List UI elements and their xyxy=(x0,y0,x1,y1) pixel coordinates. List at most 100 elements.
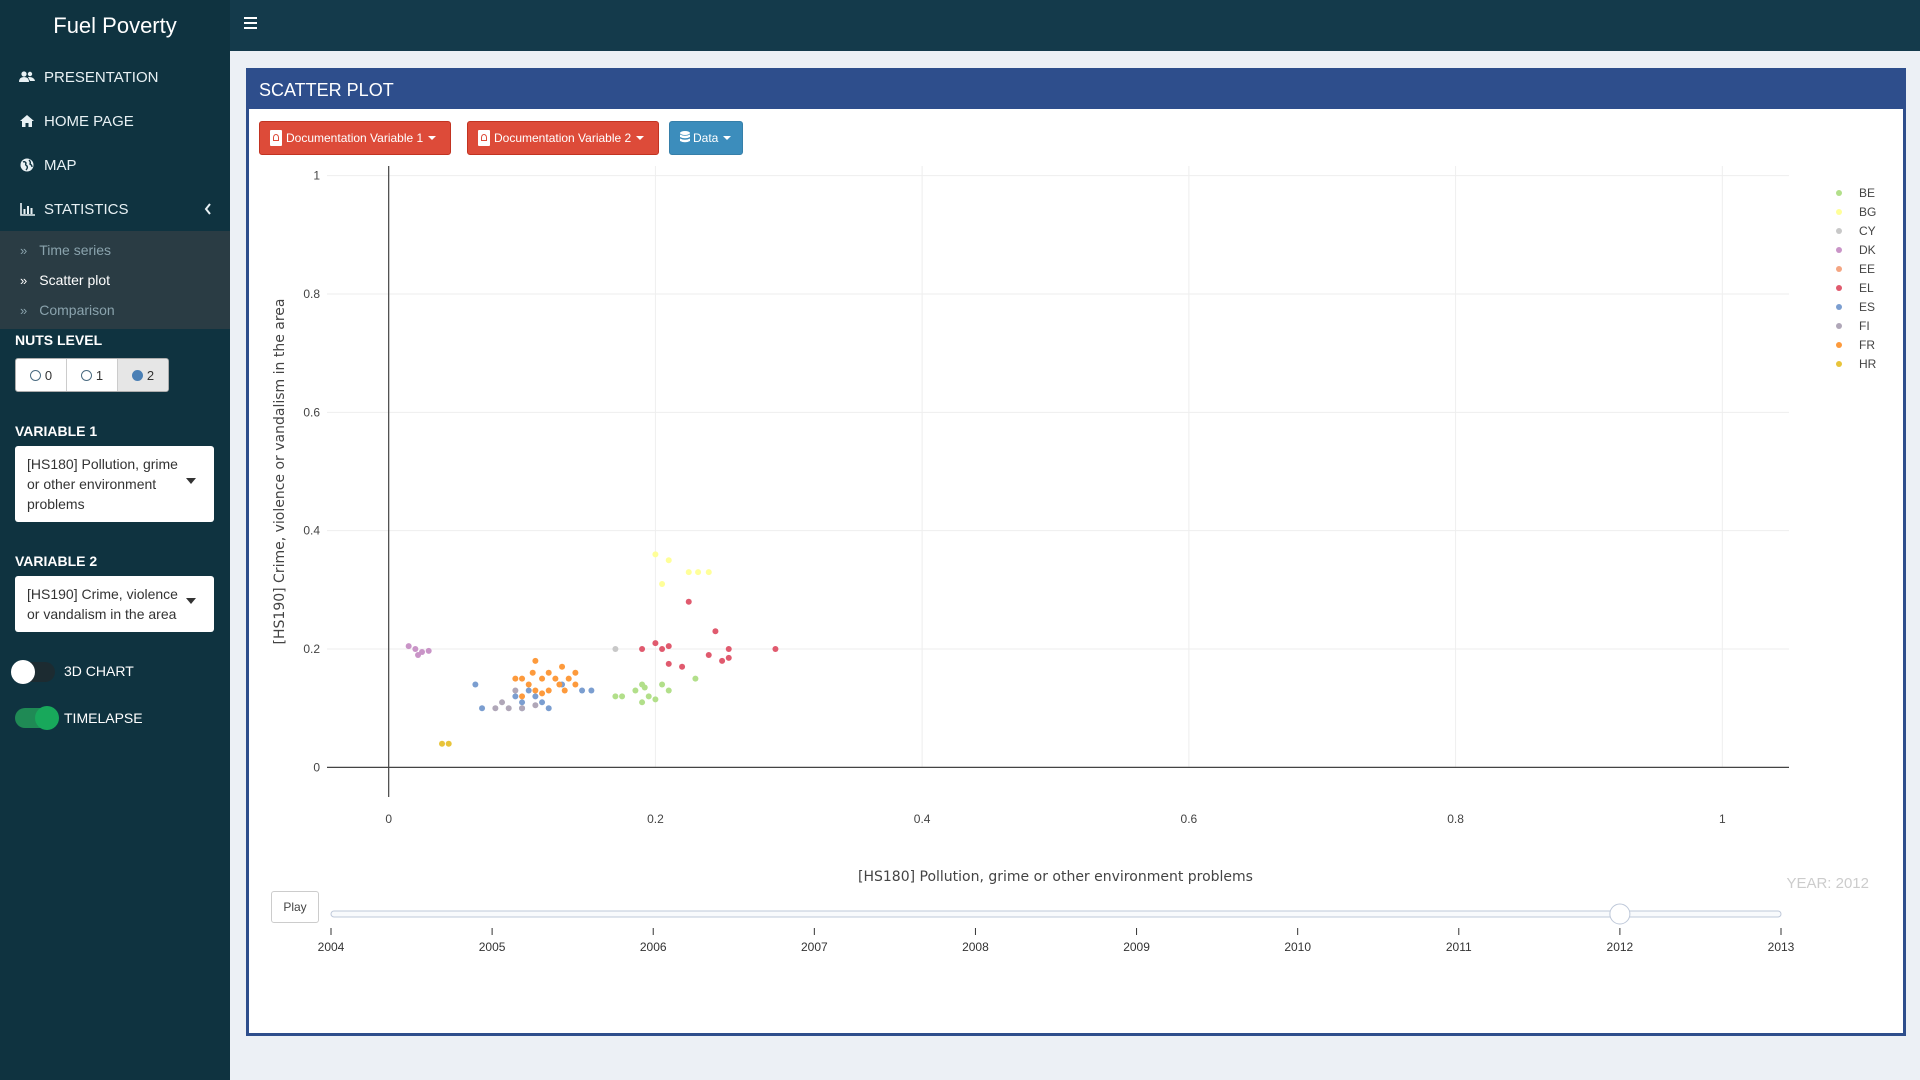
sidebar-item-statistics[interactable]: STATISTICS xyxy=(0,187,230,231)
variable2-select[interactable]: [HS190] Crime, violence or vandalism in … xyxy=(15,576,214,632)
app-title[interactable]: Fuel Poverty xyxy=(0,0,230,51)
legend-marker-fr xyxy=(1836,342,1842,348)
sidebar-item-map[interactable]: MAP xyxy=(0,143,230,187)
globe-icon xyxy=(18,157,36,173)
y-tick-label: 1 xyxy=(313,169,320,183)
data-point-fr xyxy=(525,681,532,688)
variable1-select[interactable]: [HS180] Pollution, grime or other enviro… xyxy=(15,446,214,522)
sidebar-item-home-page[interactable]: HOME PAGE xyxy=(0,99,230,143)
variable2-label: VARIABLE 2 xyxy=(15,553,98,569)
data-point-el xyxy=(719,657,726,664)
data-point-fr xyxy=(519,675,526,682)
year-label: YEAR: 2012 xyxy=(1786,875,1869,892)
sidebar-subitem-scatter-plot[interactable]: » Scatter plot xyxy=(0,265,230,295)
legend-marker-ee xyxy=(1836,266,1842,272)
x-tick-label: 1 xyxy=(1719,812,1726,826)
data-point-fi xyxy=(499,699,506,706)
play-button[interactable]: Play xyxy=(271,891,319,923)
data-point-be xyxy=(659,681,666,688)
slider-year-label: 2004 xyxy=(318,940,345,954)
users-icon xyxy=(18,69,36,85)
data-point-es xyxy=(472,681,479,688)
nuts-radio-2[interactable]: 2 xyxy=(118,359,168,391)
sidebar-subitem-label: Scatter plot xyxy=(39,272,111,288)
legend-marker-dk xyxy=(1836,247,1842,253)
legend-label: FR xyxy=(1859,338,1875,352)
legend-label: BE xyxy=(1859,186,1875,200)
slider-year-label: 2011 xyxy=(1446,940,1472,954)
data-point-es xyxy=(525,687,532,694)
sidebar-item-label: HOME PAGE xyxy=(44,112,134,130)
menu-toggle-icon[interactable] xyxy=(244,14,268,38)
data-point-fr xyxy=(545,687,552,694)
x-tick-label: 0.8 xyxy=(1447,812,1464,826)
y-axis-title: [HS190] Crime, violence or vandalism in … xyxy=(272,299,288,645)
radio-label: 2 xyxy=(146,367,155,383)
legend-marker-cy xyxy=(1836,228,1842,234)
data-point-be xyxy=(612,693,619,700)
data-point-fr xyxy=(572,681,579,688)
data-point-es xyxy=(519,699,526,706)
chart3d-toggle[interactable] xyxy=(11,660,55,684)
radio-selected-icon xyxy=(131,369,143,381)
legend-label: FI xyxy=(1859,319,1870,333)
data-point-be xyxy=(619,693,626,700)
data-point-el xyxy=(652,640,659,647)
legend-marker-fi xyxy=(1836,323,1842,329)
legend-label: EL xyxy=(1859,281,1874,295)
slider-year-label: 2007 xyxy=(801,940,828,954)
statistics-submenu: » Time series » Scatter plot » Compariso… xyxy=(0,231,230,329)
sidebar-subitem-label: Time series xyxy=(39,242,112,258)
data-point-fr xyxy=(572,669,579,676)
data-point-be xyxy=(652,696,659,703)
data-point-fi xyxy=(512,687,519,694)
chevron-left-icon[interactable] xyxy=(204,202,212,219)
slider-year-label: 2008 xyxy=(962,940,989,954)
timeline-slider-rail[interactable] xyxy=(330,910,1782,918)
sidebar-subitem-time-series[interactable]: » Time series xyxy=(0,235,230,265)
x-tick-label: 0.2 xyxy=(647,812,664,826)
slider-year-label: 2012 xyxy=(1607,940,1634,954)
variable1-value: [HS180] Pollution, grime or other enviro… xyxy=(27,456,178,512)
slider-year-label: 2009 xyxy=(1123,940,1150,954)
x-tick-label: 0 xyxy=(385,812,392,826)
legend-label: ES xyxy=(1859,300,1875,314)
data-point-be xyxy=(665,687,672,694)
y-tick-label: 0 xyxy=(313,760,320,774)
nuts-radio-1[interactable]: 1 xyxy=(67,359,118,391)
data-point-dk xyxy=(425,647,432,654)
bar-chart-icon xyxy=(18,201,36,217)
data-point-es xyxy=(545,705,552,712)
timeline-slider-handle[interactable] xyxy=(1609,903,1631,925)
data-point-be xyxy=(645,693,652,700)
timelapse-toggle[interactable] xyxy=(15,706,59,730)
toggle-knob xyxy=(35,706,59,730)
data-point-be xyxy=(692,675,699,682)
nuts-level-label: NUTS LEVEL xyxy=(15,332,103,348)
data-point-be xyxy=(632,687,639,694)
top-navbar xyxy=(230,0,1920,51)
data-point-fi xyxy=(532,702,539,709)
data-point-fr xyxy=(539,690,546,697)
data-point-dk xyxy=(412,646,419,653)
legend-label: EE xyxy=(1859,262,1875,276)
data-point-dk xyxy=(405,643,412,650)
data-point-be xyxy=(639,699,646,706)
data-point-bg xyxy=(665,557,672,564)
slider-year-label: 2010 xyxy=(1284,940,1311,954)
data-point-el xyxy=(665,643,672,650)
sidebar-subitem-comparison[interactable]: » Comparison xyxy=(0,295,230,325)
timelapse-label: TIMELAPSE xyxy=(64,710,143,726)
data-point-fi xyxy=(519,705,526,712)
nuts-radio-0[interactable]: 0 xyxy=(16,359,67,391)
y-tick-label: 0.4 xyxy=(303,524,320,538)
data-point-fr xyxy=(532,657,539,664)
y-tick-label: 0.6 xyxy=(303,405,320,419)
double-chevron-right-icon: » xyxy=(20,272,28,288)
legend-marker-bg xyxy=(1836,209,1842,215)
data-point-hr xyxy=(445,740,452,747)
sidebar-item-presentation[interactable]: PRESENTATION xyxy=(0,55,230,99)
slider-year-label: 2006 xyxy=(640,940,667,954)
data-point-fr xyxy=(561,687,568,694)
data-point-es xyxy=(512,693,519,700)
